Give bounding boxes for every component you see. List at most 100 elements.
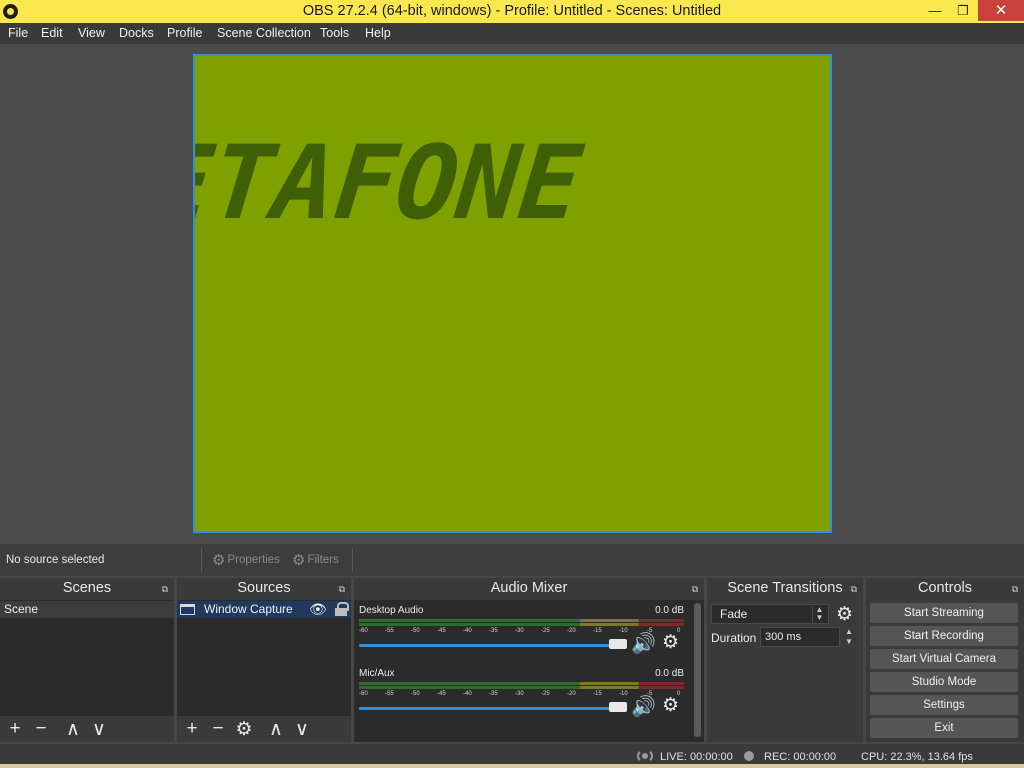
undock-icon[interactable]: ⧉ (1012, 584, 1018, 595)
move-scene-up-button[interactable]: ∧ (60, 718, 86, 741)
scale-tick: -60 (359, 628, 368, 634)
speaker-icon[interactable]: 🔊 (631, 694, 656, 719)
channel-level: 0.0 dB (655, 668, 684, 679)
menu-tools[interactable]: Tools (320, 26, 349, 40)
volume-slider[interactable] (359, 644, 624, 647)
scale-tick: -25 (541, 691, 550, 697)
undock-icon[interactable]: ⧉ (851, 584, 857, 595)
context-separator (201, 548, 202, 572)
source-item[interactable]: Window Capture 👁 (177, 601, 351, 618)
context-separator (352, 548, 353, 572)
duration-spinner-icon[interactable]: ▲ ▼ (842, 627, 856, 647)
scale-tick: -30 (515, 691, 524, 697)
scene-transitions-dock: Scene Transitions ⧉ Fade ▲ ▼ ⚙ Duration 3… (707, 578, 863, 742)
channel-level: 0.0 dB (655, 605, 684, 616)
remove-source-button[interactable]: − (205, 718, 231, 740)
gear-icon[interactable]: ⚙ (662, 631, 679, 654)
scenes-list[interactable]: Scene (0, 600, 174, 716)
filter-icon: ⚙ (292, 552, 306, 569)
volume-slider[interactable] (359, 707, 624, 710)
menu-docks[interactable]: Docks (119, 26, 154, 40)
scale-tick: -20 (567, 628, 576, 634)
undock-icon[interactable]: ⧉ (692, 584, 698, 595)
menu-scene-collection[interactable]: Scene Collection (217, 26, 311, 40)
remove-scene-button[interactable]: − (28, 718, 54, 740)
properties-button[interactable]: ⚙ Properties (212, 550, 280, 570)
live-broadcast-icon (636, 749, 654, 763)
volume-meter (359, 619, 684, 626)
lock-icon[interactable] (335, 602, 349, 616)
filters-button[interactable]: ⚙ Filters (292, 550, 339, 570)
volume-slider-handle[interactable] (609, 702, 627, 712)
scale-tick: -30 (515, 628, 524, 634)
audio-mixer-title: Audio Mixer (490, 580, 568, 596)
gear-icon[interactable]: ⚙ (662, 694, 679, 717)
menu-bar: File Edit View Docks Profile Scene Colle… (0, 23, 1024, 44)
menu-view[interactable]: View (78, 26, 105, 40)
menu-edit[interactable]: Edit (41, 26, 63, 40)
settings-button[interactable]: Settings (870, 695, 1018, 715)
live-timer: LIVE: 00:00:00 (660, 751, 733, 763)
sources-list[interactable]: Window Capture 👁 (177, 600, 351, 716)
source-properties-button[interactable]: ⚙ (231, 718, 257, 741)
scale-tick: -25 (541, 628, 550, 634)
scene-item[interactable]: Scene (0, 601, 174, 618)
scale-tick: -10 (619, 691, 628, 697)
chevron-up-down-icon: ▲ ▼ (812, 606, 826, 622)
window-capture-icon (180, 604, 195, 615)
scale-tick: -60 (359, 691, 368, 697)
no-source-label: No source selected (6, 554, 105, 566)
volume-slider-handle[interactable] (609, 639, 627, 649)
maximize-button[interactable]: ❐ (946, 0, 980, 21)
window-bottom-edge (0, 764, 1024, 768)
transition-select[interactable]: Fade ▲ ▼ (711, 604, 829, 624)
scale-tick: -35 (489, 628, 498, 634)
studio-mode-button[interactable]: Studio Mode (870, 672, 1018, 692)
menu-file[interactable]: File (8, 26, 28, 40)
move-source-down-button[interactable]: ∨ (289, 718, 315, 741)
start-recording-button[interactable]: Start Recording (870, 626, 1018, 646)
scale-tick: -35 (489, 691, 498, 697)
audio-channel: Mic/Aux 0.0 dB -60 -55 -50 -45 -40 -35 -… (359, 666, 684, 726)
cpu-fps-readout: CPU: 22.3%, 13.64 fps (861, 751, 973, 763)
scale-tick: -55 (385, 628, 394, 634)
add-scene-button[interactable]: + (2, 718, 28, 740)
filters-label: Filters (307, 554, 339, 566)
sources-title: Sources (237, 580, 291, 596)
menu-profile[interactable]: Profile (167, 26, 202, 40)
duration-input[interactable]: 300 ms (760, 627, 840, 647)
scenes-dock: Scenes ⧉ Scene + − ∧ ∨ (0, 578, 174, 742)
transition-value: Fade (720, 607, 748, 621)
preview-canvas[interactable]: ETAFONE (193, 54, 832, 533)
scale-tick: -55 (385, 691, 394, 697)
volume-meter (359, 682, 684, 689)
rec-timer: REC: 00:00:00 (764, 751, 837, 763)
eye-icon[interactable]: 👁 (309, 601, 327, 618)
scale-tick: -50 (411, 691, 420, 697)
scenes-toolbar: + − ∧ ∨ (0, 716, 174, 742)
gear-icon[interactable]: ⚙ (836, 603, 853, 626)
scale-tick: -50 (411, 628, 420, 634)
source-name: Window Capture (204, 602, 293, 616)
menu-help[interactable]: Help (365, 26, 391, 40)
preview-area: ETAFONE (0, 44, 1024, 544)
scale-tick: -10 (619, 628, 628, 634)
channel-name: Mic/Aux (359, 668, 395, 679)
undock-icon[interactable]: ⧉ (339, 584, 345, 595)
captured-window-text: ETAFONE (193, 124, 588, 243)
move-scene-down-button[interactable]: ∨ (86, 718, 112, 741)
exit-button[interactable]: Exit (870, 718, 1018, 738)
scale-tick: -20 (567, 691, 576, 697)
window-title: OBS 27.2.4 (64-bit, windows) - Profile: … (302, 3, 722, 19)
add-source-button[interactable]: + (179, 718, 205, 740)
channel-name: Desktop Audio (359, 605, 424, 616)
mixer-scrollbar[interactable] (694, 603, 701, 737)
scale-tick: -40 (463, 628, 472, 634)
sources-toolbar: + − ⚙ ∧ ∨ (177, 716, 351, 742)
speaker-icon[interactable]: 🔊 (631, 631, 656, 656)
start-streaming-button[interactable]: Start Streaming (870, 603, 1018, 623)
start-virtual-camera-button[interactable]: Start Virtual Camera (870, 649, 1018, 669)
move-source-up-button[interactable]: ∧ (263, 718, 289, 741)
undock-icon[interactable]: ⧉ (162, 584, 168, 595)
close-button[interactable]: ✕ (978, 0, 1024, 21)
